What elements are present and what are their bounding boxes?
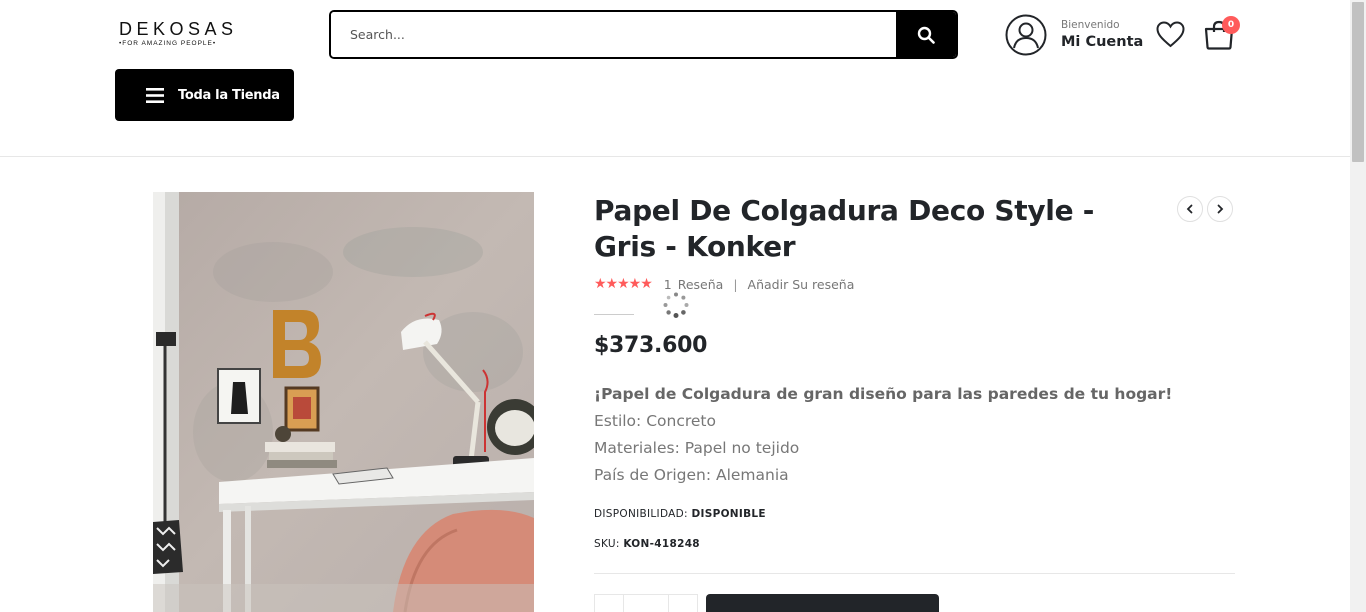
search-icon <box>917 26 935 44</box>
chevron-left-icon <box>1186 204 1193 214</box>
account-link[interactable]: Bienvenido Mi Cuenta <box>1005 14 1143 56</box>
quantity-increase-button[interactable] <box>668 594 698 612</box>
account-text: Bienvenido Mi Cuenta <box>1061 19 1143 52</box>
product-description: ¡Papel de Colgadura de gran diseño para … <box>594 381 1214 489</box>
scrollbar-thumb[interactable] <box>1352 2 1364 162</box>
product-image[interactable] <box>153 192 534 612</box>
chevron-right-icon <box>1217 204 1224 214</box>
hamburger-menu-icon <box>146 87 164 103</box>
previous-product-button[interactable] <box>1177 196 1203 222</box>
add-review-link[interactable]: Añadir Su reseña <box>748 277 855 292</box>
price-divider <box>594 314 634 315</box>
description-line: País de Origen: Alemania <box>594 466 789 484</box>
sku: SKU: KON-418248 <box>594 538 700 550</box>
all-store-button[interactable]: Toda la Tienda <box>115 69 294 121</box>
heart-icon[interactable] <box>1156 21 1185 48</box>
rating-stars: ★★★★★ <box>594 276 653 292</box>
sku-value: KON-418248 <box>623 538 700 550</box>
add-to-cart-button[interactable] <box>706 594 939 612</box>
reviews-link[interactable]: Reseña <box>678 277 724 292</box>
quantity-input[interactable] <box>624 594 668 612</box>
description-line: Materiales: Papel no tejido <box>594 439 800 457</box>
logo-tagline: •FOR AMAZING PEOPLE• <box>119 40 217 47</box>
availability: DISPONIBILIDAD: DISPONIBLE <box>594 508 766 520</box>
user-icon <box>1005 14 1047 56</box>
search-button[interactable] <box>896 12 956 57</box>
sku-label: SKU: <box>594 538 620 550</box>
review-count: 1 <box>663 276 672 292</box>
logo[interactable]: DEKOSAS •FOR AMAZING PEOPLE• <box>119 20 233 50</box>
logo-name: DEKOSAS <box>119 19 238 39</box>
next-product-button[interactable] <box>1207 196 1233 222</box>
description-headline: ¡Papel de Colgadura de gran diseño para … <box>594 385 1173 403</box>
search-input[interactable] <box>331 12 896 57</box>
cart-count-badge: 0 <box>1222 16 1240 34</box>
product-price: $373.600 <box>594 333 708 358</box>
product-title: Papel De Colgadura Deco Style - Gris - K… <box>594 194 1095 263</box>
availability-label: DISPONIBILIDAD: <box>594 508 688 520</box>
rating-separator: | <box>733 276 738 292</box>
welcome-text: Bienvenido <box>1061 18 1120 31</box>
actions-divider <box>594 573 1235 574</box>
header-divider <box>0 156 1350 157</box>
loading-spinner-icon <box>663 292 689 318</box>
page: DEKOSAS •FOR AMAZING PEOPLE• Bienvenido … <box>0 0 1366 612</box>
product-navigation <box>1177 196 1233 222</box>
description-line: Estilo: Concreto <box>594 412 716 430</box>
all-store-label: Toda la Tienda <box>178 87 280 103</box>
availability-value: DISPONIBLE <box>691 508 766 520</box>
quantity-decrease-button[interactable] <box>594 594 624 612</box>
product-photo <box>153 192 534 612</box>
search-bar <box>329 10 958 59</box>
quantity-stepper <box>594 594 698 612</box>
my-account-label: Mi Cuenta <box>1061 33 1144 50</box>
rating-row: ★★★★★ 1 Reseña | Añadir Su reseña <box>594 276 854 292</box>
page-scrollbar[interactable] <box>1350 0 1366 612</box>
